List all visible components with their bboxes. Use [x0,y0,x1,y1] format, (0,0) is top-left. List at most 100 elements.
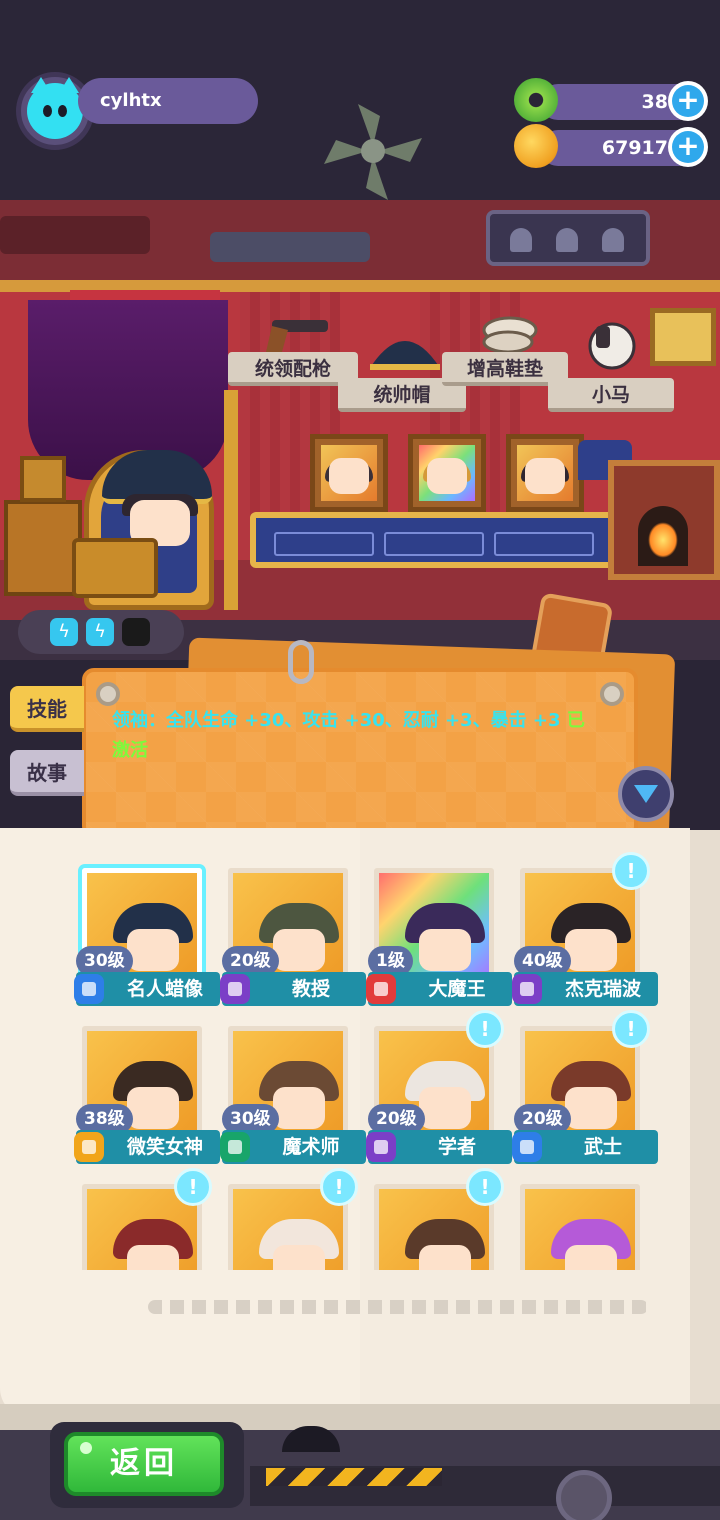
ghost-icon [602,228,624,252]
character-face [565,1245,617,1270]
coin-icon [514,124,558,168]
skill-text: 领袖：全队生命 +30、攻击 +30、忍耐 +3、暴击 +3 [112,710,561,731]
character-card[interactable]: ! [76,1168,212,1270]
character-name: 学者 [437,1136,476,1158]
gold-rank-badge-icon [74,1132,104,1162]
treasure-chest[interactable] [72,538,158,598]
character-face [419,1087,471,1129]
blue-rank-badge-icon [512,1132,542,1162]
desk-drawer [494,532,594,556]
purple-rank-badge-icon [366,1132,396,1162]
back-button[interactable]: 返回 [64,1432,224,1496]
character-card[interactable]: ! [222,1168,358,1270]
plus-icon: + [672,131,704,163]
shoe-insole-icon[interactable] [478,308,542,358]
character-card[interactable]: 20级 教授 [220,862,366,1010]
character-portrait [520,1184,640,1270]
character-face [273,929,325,971]
add-coin-button[interactable]: + [668,127,708,167]
skill-description: 领袖：全队生命 +30、攻击 +30、忍耐 +3、暴击 +3 已激活 [112,706,602,766]
small-portrait [20,456,66,502]
character-name: 名人蜡像 [126,978,203,1000]
ghost-icon [510,228,532,252]
filter-button[interactable] [618,766,674,822]
character-face [127,929,179,971]
pistol-icon[interactable] [262,312,332,356]
tab-story[interactable]: 故事 [10,750,84,796]
character-face [273,1087,325,1129]
green-rank-badge-icon [220,1132,250,1162]
character-card[interactable]: 30级 魔术师 [220,1020,366,1168]
character-face [127,1087,179,1129]
purple-rank-badge-icon [512,974,542,1004]
character-card[interactable]: 20级 武士! [512,1010,658,1168]
notification-bubble-icon: ! [612,852,650,890]
notification-bubble-icon: ! [320,1168,358,1206]
pin-icon [96,682,120,706]
notification-bubble-icon: ! [466,1168,504,1206]
character-card[interactable]: 20级 学者! [366,1010,512,1168]
horse-portrait [650,308,716,366]
ceiling-fan-icon [324,104,422,200]
donut-count: 38 [641,91,668,113]
character-face [273,1245,325,1270]
energy-empty-icon [122,618,150,646]
donut-icon [514,78,558,122]
pin-icon [600,682,624,706]
cabinet [4,500,82,596]
desk-drawer [384,532,484,556]
character-face [419,929,471,971]
flame-icon [648,522,678,558]
donut-resource: 38 + [514,78,708,122]
character-card[interactable]: 30级 名人蜡像 [74,862,220,1010]
paper-clip-icon [288,640,314,684]
item-label-pony[interactable]: 小马 [548,378,674,412]
character-name: 大魔王 [428,978,486,1000]
character-face [565,1087,617,1129]
coin-resource: 67917 + [514,124,708,168]
wall-vent [0,216,150,254]
fireplace [608,460,720,580]
cat-avatar-icon [27,77,83,139]
character-name: 微笑女神 [126,1136,203,1158]
round-button [556,1470,612,1520]
character-card[interactable]: 38级 微笑女神 [74,1020,220,1168]
character-name: 魔术师 [282,1136,340,1158]
hazard-stripe [266,1468,442,1486]
red-rank-badge-icon [366,974,396,1004]
desk-drawer [274,532,374,556]
portrait-frame [310,434,388,512]
wall-vent [210,232,370,262]
blue-rank-badge-icon [74,974,104,1004]
energy-bolt-icon: ϟ [50,618,78,646]
pony-icon[interactable] [584,318,640,378]
purple-rank-badge-icon [220,974,250,1004]
desk [250,512,630,568]
ghost-panel [486,210,650,266]
notification-bubble-icon: ! [612,1010,650,1048]
character-face [565,929,617,971]
character-name: 杰克瑞波 [564,978,641,1000]
energy-bar: ϟ ϟ [18,610,184,654]
character-grid: 30级 名人蜡像 20级 教授 1级 大魔王 40级 杰克瑞波! 38级 微笑女神 30级 魔术师 20… [50,840,670,1270]
character-name: 教授 [291,978,330,1000]
energy-bolt-icon: ϟ [86,618,114,646]
character-face [127,1245,179,1270]
character-card[interactable] [514,1178,644,1270]
character-card[interactable]: 40级 杰克瑞波! [512,852,658,1010]
notification-bubble-icon: ! [174,1168,212,1206]
plus-icon: + [672,85,704,117]
filter-icon [634,785,658,803]
character-card[interactable]: 1级 大魔王 [366,862,512,1010]
add-donut-button[interactable]: + [668,81,708,121]
bicorne-hat-icon[interactable] [366,324,444,374]
player-name: cylhtx [78,78,258,124]
character-name: 武士 [583,1136,622,1158]
portrait-frame [506,434,584,512]
notification-bubble-icon: ! [466,1010,504,1048]
character-card[interactable]: ! [368,1168,504,1270]
ghost-icon [556,228,578,252]
tab-skill[interactable]: 技能 [10,686,84,732]
coin-count: 67917 [601,137,668,159]
portrait-frame [408,434,486,512]
